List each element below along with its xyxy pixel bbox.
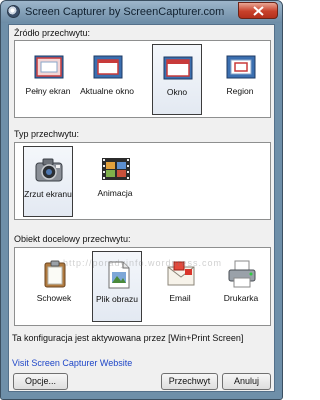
watermark: http://poradyinfo.wordpress.com — [62, 258, 223, 268]
type-animation[interactable]: Animacja — [91, 146, 141, 217]
option-label: Animacja — [97, 188, 133, 198]
source-panel: Pełny ekran Aktualne okno Okno Region — [14, 40, 271, 118]
option-label: Drukarka — [223, 293, 259, 303]
option-label: Email — [169, 293, 191, 303]
option-label: Region — [226, 86, 254, 96]
cancel-button[interactable]: Anuluj — [222, 373, 271, 390]
current-window-icon — [93, 55, 123, 79]
film-icon — [102, 158, 130, 180]
options-button[interactable]: Opcje... — [13, 373, 68, 390]
option-label: Zrzut ekranu — [24, 189, 72, 199]
option-label: Schowek — [36, 293, 72, 303]
type-panel: Zrzut ekranu Animacja — [14, 142, 271, 220]
type-screenshot[interactable]: Zrzut ekranu — [23, 146, 73, 217]
dialog-body: Źródło przechwytu: Pełny ekran Aktualne … — [8, 24, 275, 392]
source-full-screen[interactable]: Pełny ekran — [24, 44, 74, 115]
hotkey-status: Ta konfiguracja jest aktywowana przez [W… — [12, 333, 244, 343]
option-label: Pełny ekran — [25, 86, 71, 96]
close-icon — [253, 6, 264, 16]
capture-button[interactable]: Przechwyt — [161, 373, 218, 390]
website-link[interactable]: Visit Screen Capturer Website — [12, 358, 132, 368]
source-current-window[interactable]: Aktualne okno — [80, 44, 134, 115]
app-window: Screen Capturer by ScreenCapturer.com Źr… — [0, 0, 283, 400]
window-title: Screen Capturer by ScreenCapturer.com — [25, 6, 225, 18]
title-bar[interactable]: Screen Capturer by ScreenCapturer.com — [1, 1, 282, 23]
camera-icon — [35, 158, 63, 182]
source-window[interactable]: Okno — [152, 44, 202, 115]
source-label: Źródło przechwytu: — [14, 28, 91, 38]
app-icon — [7, 5, 20, 18]
region-icon — [226, 55, 256, 79]
option-label: Okno — [166, 87, 188, 97]
option-label: Plik obrazu — [95, 294, 139, 304]
type-label: Typ przechwytu: — [14, 129, 80, 139]
source-region[interactable]: Region — [216, 44, 266, 115]
full-screen-icon — [34, 55, 64, 79]
close-button[interactable] — [238, 2, 278, 19]
window-icon — [163, 56, 193, 80]
target-label: Obiekt docelowy przechwytu: — [14, 234, 131, 244]
option-label: Aktualne okno — [80, 86, 134, 96]
